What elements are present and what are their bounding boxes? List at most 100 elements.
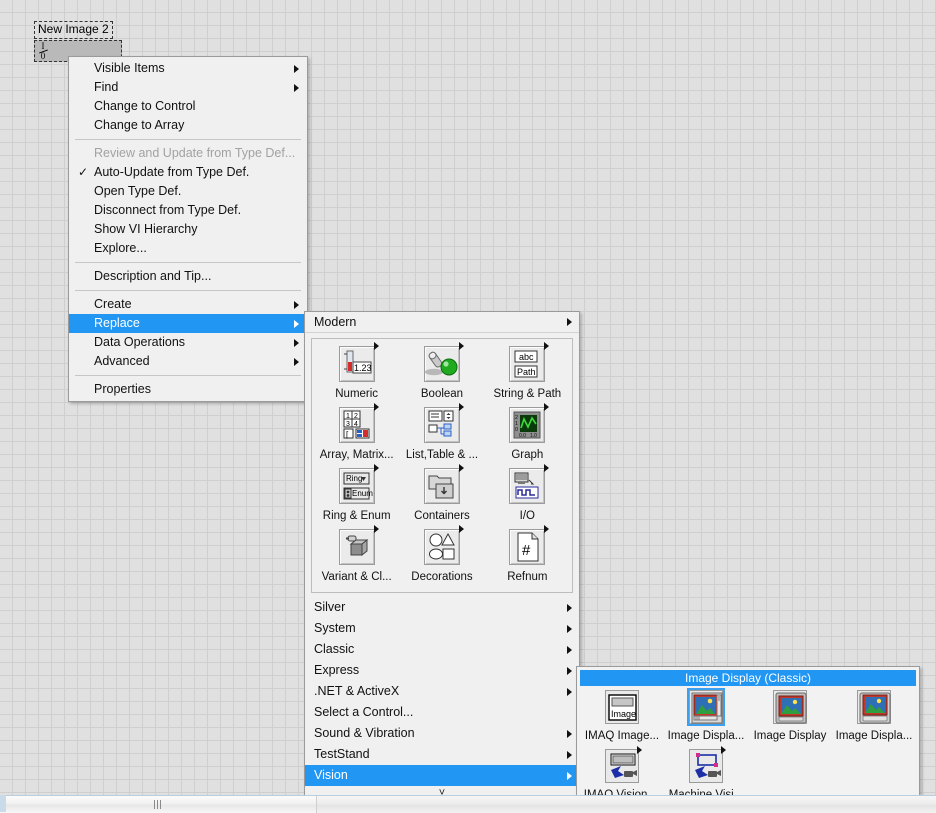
svg-text:Enum: Enum [352, 489, 373, 498]
menu-item-create[interactable]: Create [69, 295, 307, 314]
palette-category-silver[interactable]: Silver [305, 597, 579, 618]
palette-item-label: List,Table & ... [405, 449, 479, 461]
chevron-right-icon [544, 342, 550, 350]
palette-category-vision[interactable]: Vision [305, 765, 579, 786]
menu-item-review-and-update-from-type-def: Review and Update from Type Def... [69, 144, 307, 163]
svg-text:1.23: 1.23 [354, 363, 372, 373]
menu-item-auto-update-from-type-def[interactable]: ✓ Auto-Update from Type Def. [69, 163, 307, 182]
palette-icon-grid[interactable]: 1.23 Numeric Boolean abc Path String & Path 1 2… [311, 338, 573, 593]
vision-item-imaq-image[interactable]: Image IMAQ Image... [580, 686, 664, 745]
numeric-icon: 1.23 [338, 342, 379, 382]
menu-item-label: Show VI Hierarchy [94, 222, 198, 236]
palette-item-i-o[interactable]: I/O [485, 464, 570, 527]
replace-palette-panel[interactable]: Modern 1.23 Numeric Boolean abc Path String &… [304, 311, 580, 804]
menu-item-label: Properties [94, 382, 151, 396]
palette-item-variant-cl[interactable]: Variant & Cl... [314, 525, 399, 588]
menu-item-label: Disconnect from Type Def. [94, 203, 242, 217]
svg-text:Image: Image [611, 709, 636, 719]
chevron-right-icon [294, 83, 299, 92]
menu-item-label: Data Operations [94, 335, 186, 349]
palette-category-teststand[interactable]: TestStand [305, 744, 579, 765]
palette-category-system[interactable]: System [305, 618, 579, 639]
refnum-icon: # [509, 525, 550, 565]
menu-item-find[interactable]: Find [69, 78, 307, 97]
menu-item-replace[interactable]: Replace [69, 314, 307, 333]
context-menu[interactable]: Visible Items Find Change to Control Change… [68, 56, 308, 402]
vision-panel-title: Image Display (Classic) [580, 670, 916, 686]
scrollbar-thumb[interactable] [0, 796, 317, 813]
palette-item-boolean[interactable]: Boolean [399, 342, 484, 405]
palette-category-label: Express [314, 663, 360, 677]
palette-category-label: Sound & Vibration [314, 726, 415, 740]
chevron-right-icon [567, 318, 572, 326]
menu-item-label: Description and Tip... [94, 269, 212, 283]
palette-item-ring-enum[interactable]: Ring Enum Ring & Enum [314, 464, 399, 527]
string-path-icon: abc Path [509, 342, 550, 382]
svg-text:Path: Path [517, 367, 536, 377]
palette-item-string-path[interactable]: abc Path String & Path [485, 342, 570, 405]
io-icon [509, 464, 550, 504]
chevron-right-icon [373, 403, 379, 411]
palette-item-label: Boolean [420, 388, 464, 400]
menu-item-data-operations[interactable]: Data Operations [69, 333, 307, 352]
chevron-right-icon [373, 342, 379, 350]
vision-item-image-displa[interactable]: Image Displa... [664, 686, 748, 745]
vision-item-image-displa[interactable]: Image Displa... [832, 686, 916, 745]
horizontal-scrollbar[interactable] [0, 795, 936, 813]
svg-text:Ring: Ring [346, 474, 362, 483]
svg-text:0.0: 0.0 [519, 433, 526, 439]
palette-header-modern[interactable]: Modern [305, 312, 579, 333]
palette-category-label: Select a Control... [314, 705, 414, 719]
palette-item-decorations[interactable]: Decorations [399, 525, 484, 588]
menu-item-label: Auto-Update from Type Def. [94, 165, 250, 179]
menu-item-label: Visible Items [94, 61, 165, 75]
palette-item-array-matrix[interactable]: 1 2 3 4[Array, Matrix... [314, 403, 399, 466]
vision-item-label: IMAQ Image... [584, 730, 660, 742]
palette-category-classic[interactable]: Classic [305, 639, 579, 660]
menu-item-explore[interactable]: Explore... [69, 239, 307, 258]
menu-item-properties[interactable]: Properties [69, 380, 307, 399]
palette-item-label: String & Path [493, 388, 562, 400]
palette-category-sound-vibration[interactable]: Sound & Vibration [305, 723, 579, 744]
vision-icon-grid[interactable]: Image IMAQ Image... Image Displa... Image D… [580, 686, 916, 804]
palette-category-label: Classic [314, 642, 355, 656]
palette-category-express[interactable]: Express [305, 660, 579, 681]
menu-item-label: Create [94, 297, 132, 311]
image-display-icon [773, 690, 807, 724]
palette-item-list-table[interactable]: List,Table & ... [399, 403, 484, 466]
palette-header-label: Modern [314, 315, 357, 329]
menu-item-advanced[interactable]: Advanced [69, 352, 307, 371]
palette-item-graph[interactable]: 2 1 0 0.0 1.0 Graph [485, 403, 570, 466]
menu-item-visible-items[interactable]: Visible Items [69, 59, 307, 78]
menu-item-change-to-control[interactable]: Change to Control [69, 97, 307, 116]
vision-submenu-panel[interactable]: Image Display (Classic) Image IMAQ Image.… [576, 666, 920, 809]
palette-category-select-a-control[interactable]: Select a Control... [305, 702, 579, 723]
array-matrix-icon: 1 2 3 4[ [338, 403, 379, 443]
palette-item-containers[interactable]: Containers [399, 464, 484, 527]
menu-item-show-vi-hierarchy[interactable]: Show VI Hierarchy [69, 220, 307, 239]
menu-item-change-to-array[interactable]: Change to Array [69, 116, 307, 135]
chevron-right-icon [567, 729, 572, 738]
chevron-right-icon [294, 64, 299, 73]
menu-item-disconnect-from-type-def[interactable]: Disconnect from Type Def. [69, 201, 307, 220]
refnum-io-glyph: I 0 [38, 42, 48, 61]
vision-item-image-display[interactable]: Image Display [748, 686, 832, 745]
graph-icon: 2 1 0 0.0 1.0 [509, 403, 550, 443]
vision-item-label: Image Display [753, 730, 827, 742]
palette-item-refnum[interactable]: # Refnum [485, 525, 570, 588]
chevron-right-icon [567, 603, 572, 612]
chevron-right-icon [544, 464, 550, 472]
palette-item-numeric[interactable]: 1.23 Numeric [314, 342, 399, 405]
palette-category-list[interactable]: Silver System Classic Express .NET & ActiveX… [305, 597, 579, 786]
variant-class-icon [338, 525, 379, 565]
chevron-right-icon [567, 624, 572, 633]
palette-category-net-activex[interactable]: .NET & ActiveX [305, 681, 579, 702]
palette-item-label: Ring & Enum [322, 510, 391, 522]
menu-item-open-type-def[interactable]: Open Type Def. [69, 182, 307, 201]
chevron-right-icon [567, 750, 572, 759]
grip-icon [153, 800, 163, 809]
menu-item-description-and-tip[interactable]: Description and Tip... [69, 267, 307, 286]
menu-item-label: Explore... [94, 241, 147, 255]
decorations-icon [423, 525, 464, 565]
scrollbar-left-cap [0, 795, 6, 812]
